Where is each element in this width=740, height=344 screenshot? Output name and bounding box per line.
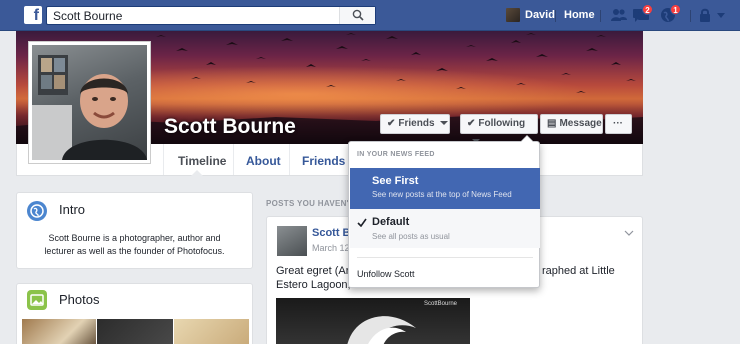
tab-separator [163, 144, 164, 175]
facebook-logo-icon[interactable]: f [24, 6, 42, 24]
tab-about[interactable]: About [246, 154, 281, 168]
more-icon: ··· [613, 118, 623, 129]
following-dropdown-menu: IN YOUR NEWS FEED See First See new post… [348, 135, 540, 288]
notifications-jewel[interactable]: 1 [660, 4, 681, 23]
posts-section-heading: POSTS YOU HAVEN'T [266, 199, 355, 208]
see-first-option[interactable]: See First See new posts at the top of Ne… [350, 168, 540, 209]
dropdown-arrow-fill [521, 136, 533, 142]
chevron-down-icon[interactable] [624, 229, 634, 237]
active-tab-indicator [191, 170, 203, 176]
post-photo[interactable]: ScottBourne [276, 298, 470, 344]
post-text-part: Great egret (Ard [276, 265, 356, 277]
home-link[interactable]: Home [564, 9, 595, 21]
account-menu-button[interactable] [716, 7, 734, 23]
photo-thumbnail[interactable] [174, 319, 249, 344]
see-first-subtitle: See new posts at the top of News Feed [372, 190, 512, 199]
friend-requests-jewel[interactable] [610, 7, 628, 23]
checkmark-icon: ✔ [467, 118, 476, 129]
dropdown-heading: IN YOUR NEWS FEED [357, 151, 435, 158]
photos-title: Photos [59, 292, 100, 307]
checkmark-icon: ✔ [387, 118, 396, 129]
unfollow-option[interactable]: Unfollow Scott [357, 269, 415, 279]
search-button[interactable] [339, 7, 375, 24]
friends-button-label: Friends [398, 118, 435, 129]
default-option[interactable]: Default See all posts as usual [350, 209, 540, 248]
profile-name: Scott Bourne [164, 115, 296, 138]
post-text-part: raphed at Little [542, 265, 615, 277]
globe-icon [27, 201, 47, 221]
photo-watermark: ScottBourne [424, 301, 458, 307]
default-title: Default [372, 216, 410, 228]
profile-photo-image [32, 45, 147, 160]
intro-bio-line: lecturer as well as the founder of Photo… [44, 246, 225, 256]
tab-timeline[interactable]: Timeline [178, 154, 226, 168]
post-date[interactable]: March 12 [312, 243, 350, 253]
caret-down-icon [439, 121, 448, 126]
see-first-title: See First [372, 175, 419, 187]
friends-icon [611, 9, 627, 21]
portrait-illustration [32, 55, 147, 160]
messages-jewel[interactable]: 2 [632, 4, 653, 23]
tab-friends-label: Friends [302, 154, 346, 168]
search-box [46, 6, 376, 25]
message-icon: ▤ [547, 118, 557, 129]
nav-divider [690, 10, 691, 22]
intro-bio: Scott Bourne is a photographer, author a… [17, 232, 252, 258]
intro-bio-line: Scott Bourne is a photographer, author a… [48, 233, 221, 243]
search-input[interactable] [53, 8, 343, 24]
intro-card: Intro Scott Bourne is a photographer, au… [16, 192, 253, 269]
tab-separator [233, 144, 234, 175]
following-button[interactable]: ✔ Following [460, 114, 538, 144]
photo-thumbnail[interactable] [97, 319, 173, 344]
photo-thumbnail[interactable] [22, 319, 96, 344]
nav-divider [600, 10, 601, 22]
caret-down-icon [717, 13, 725, 18]
messages-badge: 2 [642, 4, 653, 15]
photos-icon [27, 290, 47, 310]
default-subtitle: See all posts as usual [372, 232, 450, 241]
post-text-part: Estero Lagoon, [276, 279, 351, 291]
tab-separator [289, 144, 290, 175]
message-button[interactable]: ▤ Message [540, 114, 603, 134]
checkmark-icon [357, 218, 367, 227]
user-avatar[interactable] [506, 8, 520, 22]
notifications-badge: 1 [670, 4, 681, 15]
privacy-shortcuts-button[interactable] [698, 7, 716, 23]
intro-title: Intro [59, 202, 86, 217]
profile-link[interactable]: David [525, 9, 555, 21]
dropdown-divider [357, 257, 533, 258]
message-button-label: Message [559, 118, 602, 129]
top-navigation-bar: f David Home 2 1 [0, 0, 740, 31]
photos-card: Photos [16, 283, 253, 344]
following-button-label: Following [478, 118, 526, 129]
nav-divider [555, 10, 556, 22]
post-author-avatar[interactable] [277, 226, 307, 256]
magnifier-icon [352, 9, 364, 21]
lock-icon [700, 8, 710, 22]
friends-button[interactable]: ✔ Friends [380, 114, 450, 134]
profile-picture[interactable] [28, 41, 151, 164]
more-options-button[interactable]: ··· [605, 114, 632, 134]
